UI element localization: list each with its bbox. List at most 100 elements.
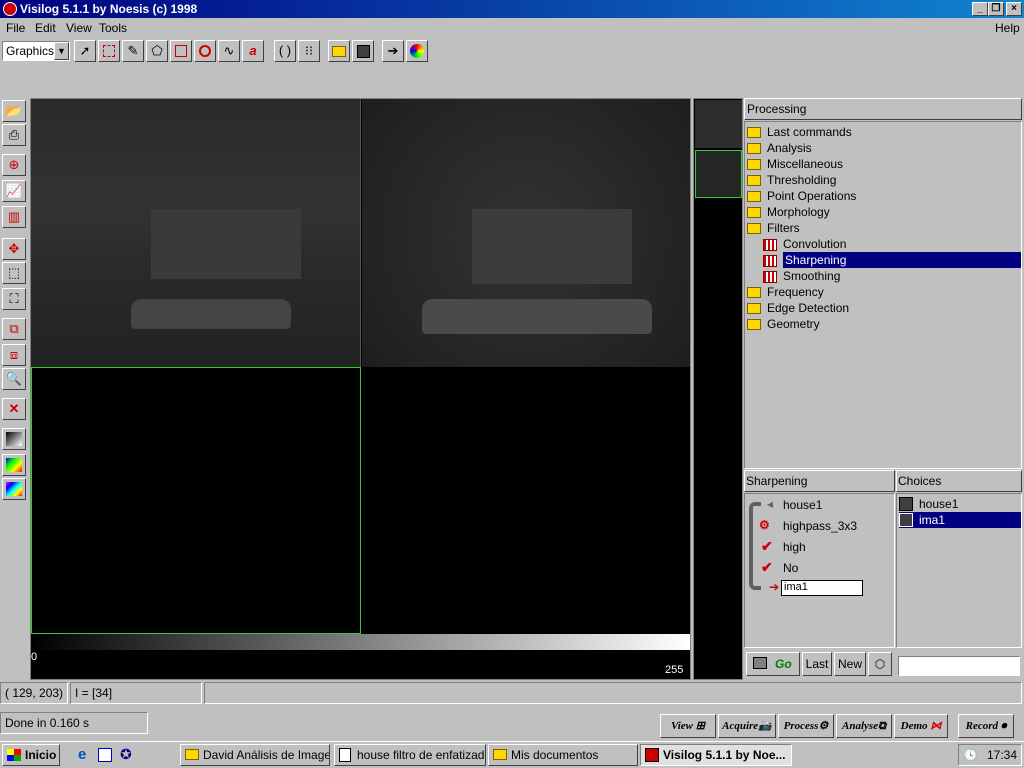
- rainbow-lut-icon[interactable]: [2, 478, 26, 500]
- text-icon[interactable]: a: [242, 40, 264, 62]
- last-button[interactable]: Last: [802, 652, 832, 676]
- tree-item-analysis[interactable]: Analysis: [747, 140, 812, 156]
- menu-file[interactable]: File: [6, 21, 25, 35]
- empty-image-slot[interactable]: [362, 367, 690, 634]
- minimize-button[interactable]: _: [972, 2, 988, 16]
- resize-icon[interactable]: ⬚: [2, 262, 26, 284]
- rectangle-select-icon[interactable]: [98, 40, 120, 62]
- tree-item-smoothing[interactable]: Smoothing: [763, 268, 840, 284]
- open-folder-icon[interactable]: [328, 40, 350, 62]
- tree-item-sharpening[interactable]: Sharpening: [763, 252, 1021, 268]
- restore-button[interactable]: ❐: [988, 2, 1004, 16]
- fit-icon[interactable]: ⛶: [2, 288, 26, 310]
- title-bar: Visilog 5.1.1 by Noesis (c) 1998 _ ❐ ×: [0, 0, 1024, 18]
- command-input[interactable]: [898, 656, 1020, 676]
- document-icon: [339, 748, 351, 762]
- new-button[interactable]: New: [834, 652, 866, 676]
- tree-item-last-commands[interactable]: Last commands: [747, 124, 852, 140]
- param-kernel[interactable]: highpass_3x3: [783, 519, 857, 533]
- task-visilog[interactable]: Visilog 5.1.1 by Noe...: [640, 744, 792, 766]
- target-icon[interactable]: ⊕: [2, 154, 26, 176]
- thumbnail-ima1[interactable]: [695, 150, 742, 198]
- chevron-down-icon[interactable]: ▼: [54, 42, 69, 60]
- line-profile-icon[interactable]: 📈: [2, 180, 26, 202]
- folder-icon: [747, 143, 761, 155]
- move-icon[interactable]: ✥: [2, 238, 26, 260]
- choice-item-selected[interactable]: ima1: [899, 512, 1021, 528]
- tree-item-convolution[interactable]: Convolution: [763, 236, 846, 252]
- freehand-icon[interactable]: ∿: [218, 40, 240, 62]
- tile-icon[interactable]: ⧈: [2, 344, 26, 366]
- tree-item-morphology[interactable]: Morphology: [747, 204, 830, 220]
- tree-item-miscellaneous[interactable]: Miscellaneous: [747, 156, 843, 172]
- input-arrow-icon: ◂: [767, 497, 774, 511]
- analyse-button[interactable]: Analyse⧉: [836, 714, 892, 738]
- param-output-field[interactable]: ima1: [781, 580, 863, 596]
- mode-select[interactable]: Graphics ▼: [2, 41, 70, 61]
- channels-icon[interactable]: ✪: [120, 746, 132, 763]
- menu-tools[interactable]: Tools: [99, 21, 127, 35]
- param-option[interactable]: No: [783, 561, 798, 575]
- histogram-icon[interactable]: ▥: [2, 206, 26, 228]
- car-shape: [422, 299, 652, 334]
- record-button[interactable]: Record ⏺: [958, 714, 1014, 738]
- rectangle-icon[interactable]: [170, 40, 192, 62]
- menu-view[interactable]: View: [66, 21, 92, 35]
- print-icon[interactable]: ⎙: [2, 124, 26, 146]
- circle-icon[interactable]: [194, 40, 216, 62]
- acquire-button[interactable]: Acquire📷: [718, 714, 776, 738]
- transfer-icon[interactable]: ➔: [382, 40, 404, 62]
- bracket-icon[interactable]: ( ): [274, 40, 296, 62]
- pointer-icon[interactable]: ➚: [74, 40, 96, 62]
- menu-edit[interactable]: Edit: [35, 21, 56, 35]
- color-lut-icon[interactable]: [2, 454, 26, 476]
- folder-icon: [747, 159, 761, 171]
- sharpened-image[interactable]: [362, 99, 690, 367]
- app-icon: [645, 748, 659, 762]
- ie-icon[interactable]: e: [78, 746, 86, 763]
- param-level[interactable]: high: [783, 540, 806, 554]
- delete-icon[interactable]: ✕: [2, 398, 26, 420]
- tree-item-edge-detection[interactable]: Edge Detection: [747, 300, 849, 316]
- task-david[interactable]: David Análisis de Imagen: [180, 744, 330, 766]
- go-button[interactable]: Go: [746, 652, 800, 676]
- original-image[interactable]: [31, 99, 361, 367]
- close-button[interactable]: ×: [1006, 2, 1022, 16]
- outlook-icon[interactable]: [98, 748, 112, 762]
- thumbnail-house1[interactable]: [695, 100, 742, 148]
- status-info: [204, 682, 1022, 704]
- checkmark-icon: ✔: [761, 559, 773, 575]
- clock[interactable]: 17:34: [987, 748, 1017, 762]
- start-button[interactable]: Inicio: [2, 744, 60, 766]
- choice-item[interactable]: house1: [899, 496, 1021, 512]
- task-mis-documentos[interactable]: Mis documentos: [488, 744, 638, 766]
- image-canvas[interactable]: 0 255: [30, 98, 691, 680]
- hand-icon[interactable]: ⬡: [868, 652, 892, 676]
- polygon-icon[interactable]: ⬠: [146, 40, 168, 62]
- open-folder-icon: [747, 223, 761, 235]
- empty-image-slot[interactable]: [31, 367, 361, 634]
- save-icon[interactable]: [352, 40, 374, 62]
- folder-icon: [493, 749, 507, 760]
- dotted-bracket-icon[interactable]: ⁝⁝: [298, 40, 320, 62]
- tree-item-point-operations[interactable]: Point Operations: [747, 188, 856, 204]
- pencil-icon[interactable]: ✎: [122, 40, 144, 62]
- view-button[interactable]: View ⊞: [660, 714, 716, 738]
- param-input-image[interactable]: house1: [783, 498, 822, 512]
- open-icon[interactable]: 📂: [2, 100, 26, 122]
- menu-help[interactable]: Help: [995, 21, 1020, 35]
- color-wheel-icon[interactable]: [406, 40, 428, 62]
- grayscale-lut-icon[interactable]: [2, 428, 26, 450]
- layout-icon[interactable]: ⧉: [2, 318, 26, 340]
- process-button[interactable]: Process⚙: [778, 714, 834, 738]
- zoom-icon[interactable]: 🔍: [2, 368, 26, 390]
- house-shape: [472, 209, 632, 284]
- tree-item-filters[interactable]: Filters: [747, 220, 800, 236]
- demo-button[interactable]: Demo ⋈: [894, 714, 948, 738]
- speaker-icon[interactable]: 🕓: [963, 748, 978, 762]
- folder-icon: [747, 127, 761, 139]
- tree-item-frequency[interactable]: Frequency: [747, 284, 824, 300]
- tree-item-geometry[interactable]: Geometry: [747, 316, 820, 332]
- task-house-filter[interactable]: house filtro de enfatizado...: [334, 744, 486, 766]
- tree-item-thresholding[interactable]: Thresholding: [747, 172, 836, 188]
